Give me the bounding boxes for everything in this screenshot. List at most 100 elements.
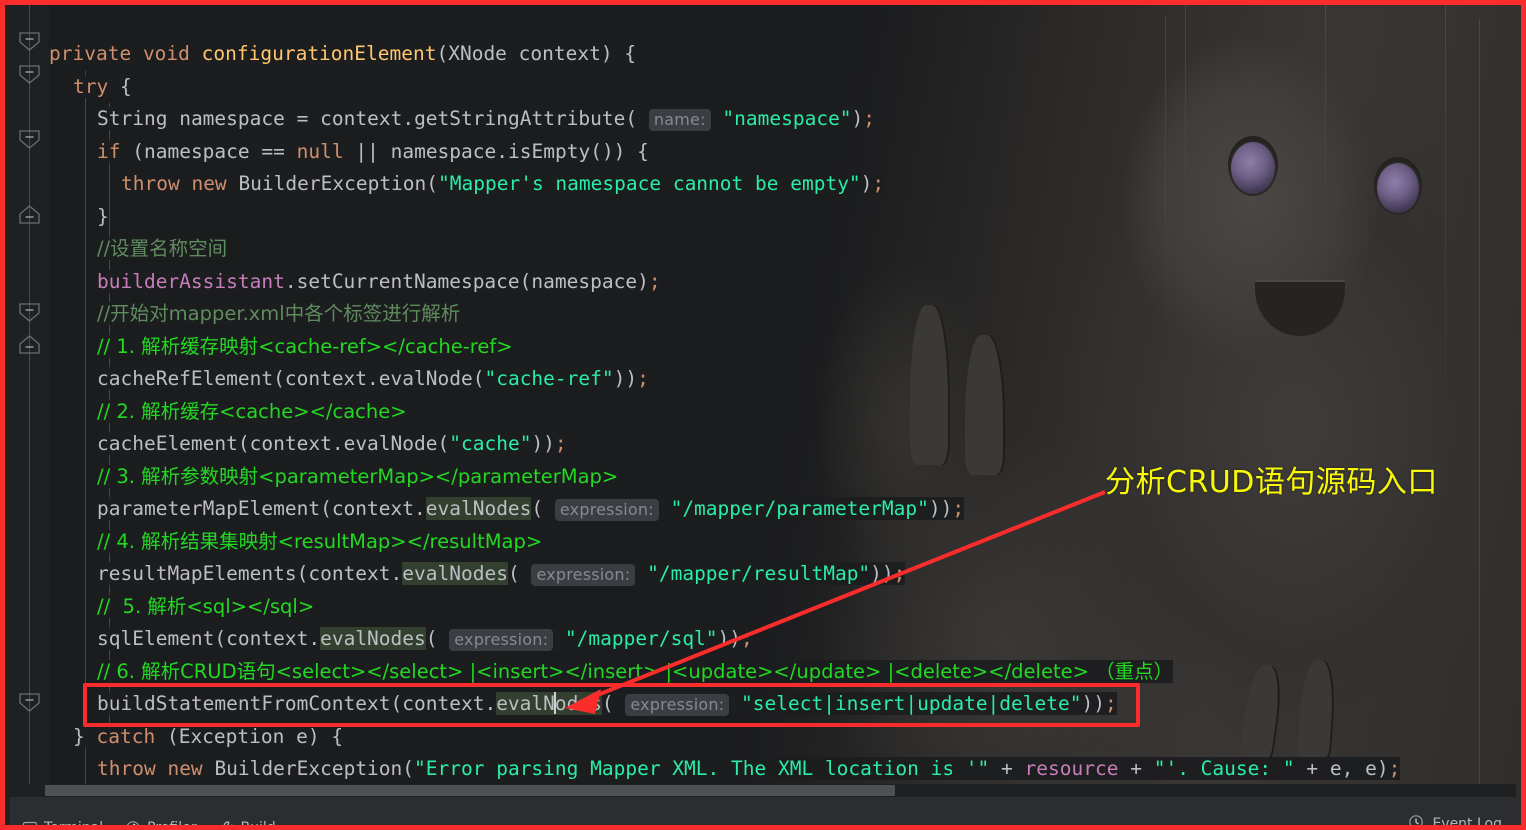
- type-builder-exception: BuilderException: [214, 757, 403, 780]
- code-line[interactable]: parameterMapElement(context.evalNodes( e…: [49, 493, 965, 526]
- code-line[interactable]: cacheRefElement(context.evalNode("cache-…: [49, 363, 649, 396]
- var-namespace: namespace: [143, 139, 250, 163]
- comment-start-parse: //开始对mapper.xml中各个标签进行解析: [97, 302, 461, 325]
- var-context: context: [284, 367, 368, 390]
- field-resource: resource: [1024, 757, 1119, 780]
- comment-set-namespace: //设置名称空间: [97, 237, 228, 260]
- var-e: e: [1329, 757, 1342, 780]
- keyword-catch: catch: [96, 724, 156, 748]
- code-line[interactable]: // 3. 解析参数映射<parameterMap></parameterMap…: [49, 461, 619, 494]
- call-result-map-elements: resultMapElements: [97, 562, 297, 585]
- call-eval-nodes: evalNodes: [320, 627, 426, 650]
- code-line[interactable]: // 2. 解析缓存<cache></cache>: [49, 396, 407, 429]
- var-context: context: [308, 562, 391, 585]
- keyword-null: null: [296, 139, 344, 163]
- string-cache: "cache": [449, 432, 532, 455]
- string-error-parsing-a: "Error parsing Mapper XML. The XML locat…: [414, 757, 990, 780]
- call-build-statement-from-context: buildStatementFromContext: [97, 692, 391, 715]
- string-error-parsing-b: "'. Cause: ": [1153, 757, 1295, 780]
- field-builder-assistant: builderAssistant: [97, 269, 285, 293]
- param-hint-expression: expression:: [531, 564, 636, 586]
- code-line[interactable]: throw new BuilderException("Mapper's nam…: [49, 168, 885, 201]
- comment-step-6: // 6. 解析CRUD语句<select></select> |<insert…: [97, 659, 1174, 683]
- call-is-empty: isEmpty: [508, 139, 591, 163]
- keyword-new: new: [167, 757, 203, 780]
- param-hint-expression: expression:: [554, 499, 659, 521]
- var-namespace: namespace: [179, 107, 285, 130]
- fold-collapse-icon[interactable]: [17, 693, 42, 712]
- code-line[interactable]: throw new BuilderException("Error parsin…: [49, 753, 1401, 786]
- code-line[interactable]: String namespace = context.getStringAttr…: [49, 103, 876, 136]
- code-line[interactable]: cacheElement(context.evalNode("cache"));: [49, 428, 567, 461]
- param-hint-name: name:: [648, 109, 711, 131]
- param-hint-expression: expression:: [625, 694, 730, 716]
- call-get-string-attribute: getStringAttribute: [414, 107, 626, 130]
- tool-tab-label: Profiler: [147, 820, 196, 825]
- ide-editor-screenshot: private void configurationElement(XNode …: [0, 0, 1526, 830]
- code-line[interactable]: // 1. 解析缓存映射<cache-ref></cache-ref>: [49, 331, 513, 364]
- code-line-focused[interactable]: buildStatementFromContext(context.evalNo…: [49, 688, 1117, 721]
- horizontal-scrollbar-thumb[interactable]: [45, 785, 895, 796]
- comment-step-4: // 4. 解析结果集映射<resultMap></resultMap>: [97, 529, 543, 553]
- param-context: context: [518, 42, 601, 65]
- fold-collapse-icon[interactable]: [17, 130, 42, 149]
- code-line[interactable]: try {: [49, 71, 132, 104]
- type-xnode: XNode: [448, 42, 507, 65]
- call-parameter-map-element: parameterMapElement: [97, 497, 321, 520]
- code-line[interactable]: // 5. 解析<sql></sql>: [49, 591, 315, 624]
- type-exception: Exception: [178, 724, 285, 748]
- build-icon: [218, 820, 234, 825]
- string-mapper-parameter-map: "/mapper/parameterMap": [670, 497, 929, 520]
- param-hint-expression: expression:: [449, 629, 554, 651]
- string-mapper-sql: "/mapper/sql": [564, 627, 718, 650]
- var-namespace: namespace: [390, 139, 497, 163]
- code-line[interactable]: }: [49, 201, 109, 234]
- comment-step-3: // 3. 解析参数映射<parameterMap></parameterMap…: [97, 464, 619, 488]
- call-eval-nodes-caret: evalNodes: [496, 692, 602, 715]
- code-line[interactable]: if (namespace == null || namespace.isEmp…: [49, 136, 649, 169]
- tool-tab-terminal[interactable]: Terminal: [22, 820, 103, 825]
- fold-collapse-icon[interactable]: [17, 32, 42, 51]
- var-e: e: [296, 724, 308, 748]
- code-line[interactable]: //开始对mapper.xml中各个标签进行解析: [49, 298, 461, 331]
- keyword-if: if: [97, 139, 121, 163]
- fold-end-icon[interactable]: [17, 205, 42, 224]
- bottom-tool-window-bar[interactable]: Terminal Profiler Build Event Log: [10, 797, 1516, 825]
- code-line[interactable]: // 4. 解析结果集映射<resultMap></resultMap>: [49, 526, 543, 559]
- code-line[interactable]: //设置名称空间: [49, 233, 228, 266]
- call-sql-element: sqlElement: [97, 627, 215, 650]
- tool-tab-build[interactable]: Build: [218, 820, 276, 825]
- text-caret: [553, 692, 556, 714]
- fold-end-icon[interactable]: [17, 335, 42, 354]
- fold-collapse-icon[interactable]: [17, 65, 42, 84]
- string-namespace-empty: "Mapper's namespace cannot be empty": [438, 172, 861, 195]
- code-line[interactable]: resultMapElements(context.evalNodes( exp…: [49, 558, 906, 591]
- annotation-label: 分析CRUD语句源码入口: [1105, 465, 1438, 500]
- code-line[interactable]: // 6. 解析CRUD语句<select></select> |<insert…: [49, 656, 1174, 689]
- var-context: context: [249, 432, 332, 455]
- var-namespace: namespace: [531, 269, 638, 293]
- horizontal-scrollbar-track[interactable]: [10, 784, 1516, 797]
- fold-collapse-icon[interactable]: [17, 303, 42, 322]
- event-log-label: Event Log: [1432, 816, 1502, 825]
- code-line[interactable]: builderAssistant.setCurrentNamespace(nam…: [49, 266, 661, 299]
- keyword-try: try: [73, 74, 109, 98]
- var-e: e: [1365, 757, 1377, 780]
- var-context: context: [320, 107, 403, 130]
- editor-code-area[interactable]: private void configurationElement(XNode …: [49, 5, 1521, 825]
- string-namespace: "namespace": [722, 107, 852, 130]
- keyword-throw: throw: [121, 172, 180, 195]
- tool-tab-profiler[interactable]: Profiler: [125, 820, 196, 825]
- code-line[interactable]: } catch (Exception e) {: [49, 721, 344, 754]
- type-string: String: [97, 107, 168, 130]
- call-eval-node: evalNode: [378, 367, 473, 390]
- call-cache-element: cacheElement: [97, 432, 238, 455]
- method-name: configurationElement: [201, 42, 437, 65]
- var-context: context: [331, 497, 414, 520]
- editor-gutter[interactable]: [5, 5, 49, 825]
- code-line[interactable]: private void configurationElement(XNode …: [49, 38, 637, 71]
- code-line[interactable]: sqlElement(context.evalNodes( expression…: [49, 623, 753, 656]
- string-cache-ref: "cache-ref": [484, 367, 614, 390]
- call-cache-ref-element: cacheRefElement: [97, 367, 274, 390]
- event-log-widget[interactable]: Event Log: [1408, 814, 1502, 825]
